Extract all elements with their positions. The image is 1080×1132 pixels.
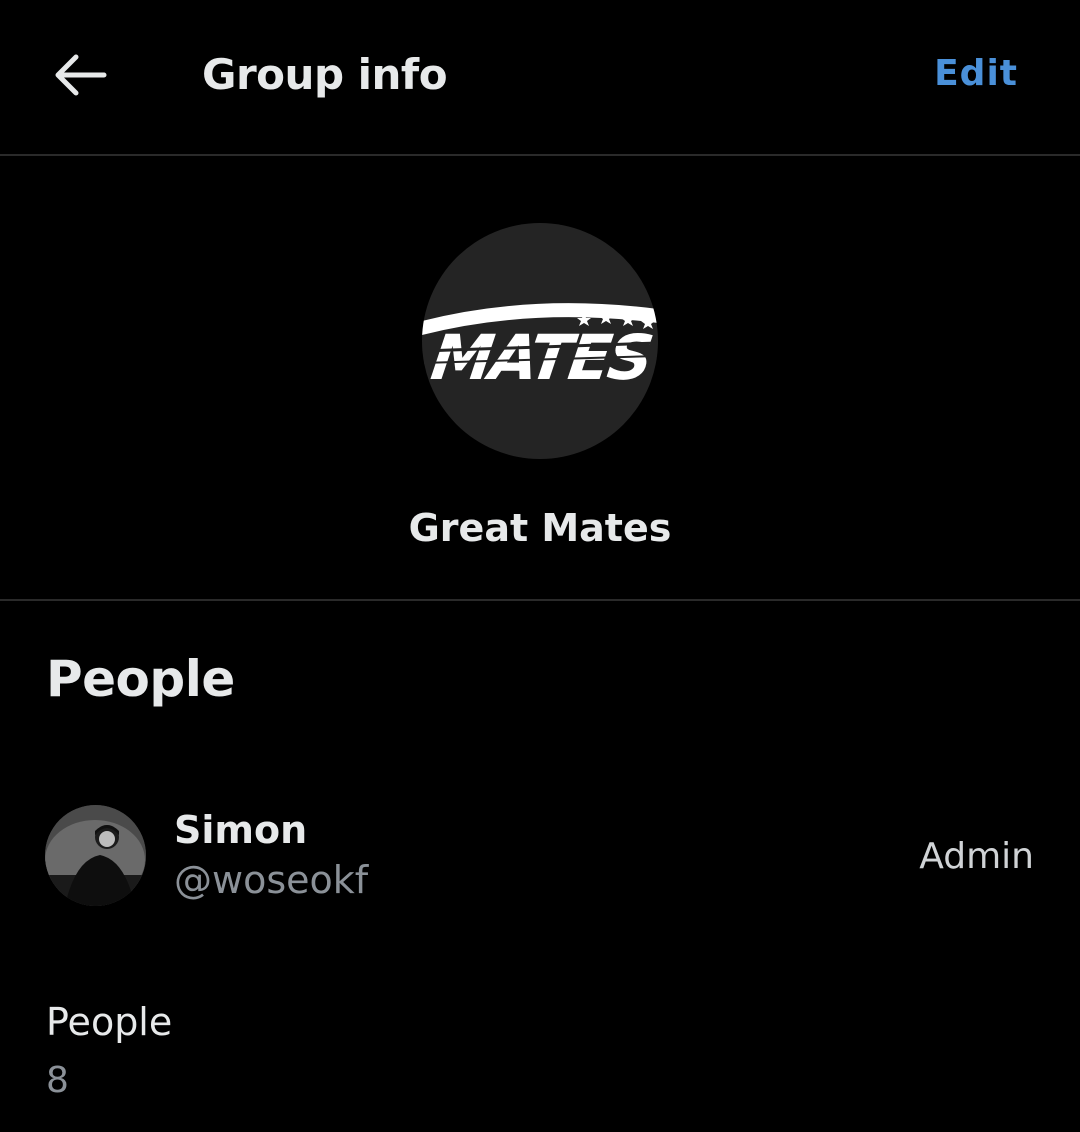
people-section-title: People — [46, 650, 235, 708]
member-name: Simon — [174, 808, 308, 852]
avatar — [45, 805, 146, 906]
member-row[interactable]: Simon @woseokf Admin — [0, 790, 1080, 920]
top-bar: Group info Edit — [0, 0, 1080, 155]
people-count-label: People — [46, 1000, 173, 1044]
page-title: Group info — [202, 50, 448, 99]
group-name: Great Mates — [408, 506, 672, 550]
back-button[interactable] — [40, 40, 120, 114]
mates-logo: MATES — [422, 303, 658, 394]
header-divider — [0, 154, 1080, 156]
people-count-value: 8 — [46, 1060, 69, 1101]
edit-button[interactable]: Edit — [934, 53, 1018, 94]
arrow-left-icon — [52, 53, 108, 101]
member-role-badge: Admin — [919, 836, 1034, 877]
group-avatar[interactable]: MATES — [422, 223, 658, 459]
member-handle: @woseokf — [174, 858, 369, 902]
section-divider — [0, 599, 1080, 601]
